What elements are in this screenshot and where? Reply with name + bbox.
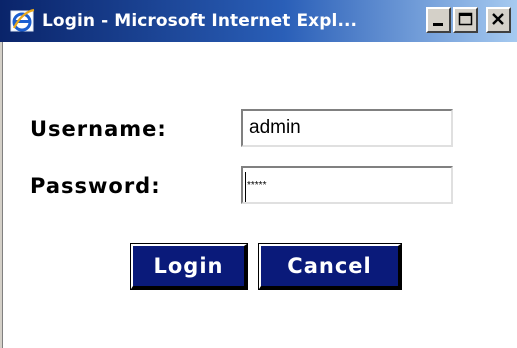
username-label: Username: — [30, 117, 167, 141]
login-window: Login - Microsoft Internet Expl... Usern… — [0, 0, 517, 348]
password-field[interactable] — [241, 166, 453, 204]
title-bar[interactable]: Login - Microsoft Internet Expl... — [0, 0, 517, 42]
login-button[interactable]: Login — [130, 243, 248, 290]
window-title: Login - Microsoft Internet Expl... — [42, 11, 358, 31]
password-label: Password: — [30, 174, 161, 198]
maximize-icon — [458, 12, 473, 26]
username-field[interactable] — [241, 109, 453, 147]
internet-explorer-icon — [10, 8, 35, 32]
cancel-button[interactable]: Cancel — [258, 243, 402, 290]
text-caret — [245, 172, 246, 202]
window-left-border — [0, 42, 3, 348]
maximize-button[interactable] — [453, 7, 478, 33]
minimize-icon — [433, 23, 443, 26]
close-icon — [492, 13, 504, 25]
minimize-button[interactable] — [426, 7, 451, 33]
close-button[interactable] — [486, 7, 511, 33]
